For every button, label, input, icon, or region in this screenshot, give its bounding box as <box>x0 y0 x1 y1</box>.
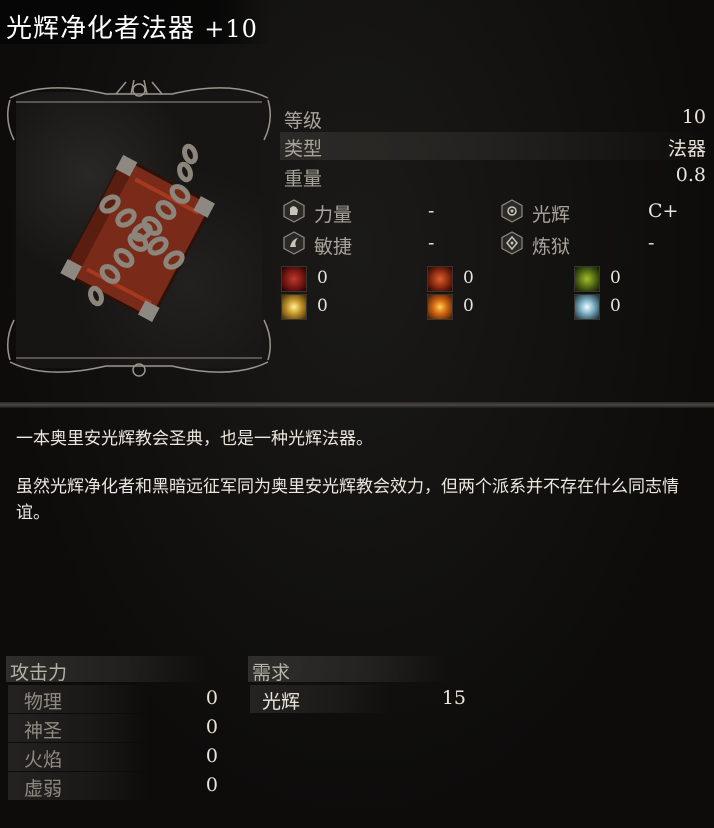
resistance-frost: 0 <box>574 294 634 320</box>
scaling-dexterity: 敏捷 - <box>282 230 462 258</box>
stat-value: 0.8 <box>675 164 706 186</box>
requirement-value: 15 <box>441 687 466 709</box>
resistance-value: 0 <box>610 296 621 316</box>
resistance-value: 0 <box>317 296 328 316</box>
stat-row-type: 类型 法器 <box>280 132 710 160</box>
attack-label: 神圣 <box>24 720 63 742</box>
requirements-section-header: 需求 <box>248 656 448 684</box>
resistance-burn: 0 <box>427 294 487 320</box>
scaling-label: 炼狱 <box>532 236 571 258</box>
resistance-value: 0 <box>463 268 474 288</box>
attack-row-frailty: 虚弱 0 <box>8 772 222 800</box>
stat-label: 等级 <box>284 110 323 132</box>
scaling-value: C+ <box>648 200 679 222</box>
attack-label: 物理 <box>24 691 63 713</box>
chained-book-icon <box>60 143 216 322</box>
scaling-label: 光辉 <box>532 204 571 226</box>
attack-row-fire: 火焰 0 <box>8 743 222 771</box>
stat-value: 法器 <box>667 138 706 160</box>
item-upgrade: +10 <box>204 15 258 43</box>
item-name: 光辉净化者法器 <box>6 14 196 44</box>
attack-row-physical: 物理 0 <box>8 685 222 713</box>
scaling-value: - <box>428 200 435 222</box>
stat-row-weight: 重量 0.8 <box>280 162 710 190</box>
requirement-row-radiance: 光辉 15 <box>250 685 468 713</box>
attack-row-holy: 神圣 0 <box>8 714 222 742</box>
scaling-infernal: 炼狱 - <box>500 230 700 258</box>
resistance-value: 0 <box>463 296 474 316</box>
attack-header-label: 攻击力 <box>10 662 68 684</box>
attack-value: 0 <box>205 687 218 709</box>
scaling-value: - <box>648 232 655 254</box>
frost-icon <box>574 294 600 320</box>
description-paragraph-1: 一本奥里安光辉教会圣典，也是一种光辉法器。 <box>16 429 373 449</box>
requirement-label: 光辉 <box>262 691 301 713</box>
scaling-radiance: 光辉 C+ <box>500 198 700 226</box>
scaling-label: 敏捷 <box>314 236 353 258</box>
title-bar: 光辉净化者法器 +10 <box>0 0 270 44</box>
resistance-fire: 0 <box>427 266 487 292</box>
poison-icon <box>574 266 600 292</box>
stat-label: 类型 <box>284 138 323 160</box>
infernal-icon <box>501 231 523 255</box>
stat-value: 10 <box>681 106 706 128</box>
resistance-value: 0 <box>317 268 328 288</box>
resistance-holy: 0 <box>281 294 341 320</box>
strength-icon <box>283 199 305 223</box>
fire-icon <box>427 266 453 292</box>
scaling-strength: 力量 - <box>282 198 462 226</box>
holy-icon <box>281 294 307 320</box>
radiance-icon <box>501 199 523 223</box>
attack-value: 0 <box>205 774 218 796</box>
attack-label: 火焰 <box>24 749 63 771</box>
scaling-label: 力量 <box>314 204 353 226</box>
burn-icon <box>427 294 453 320</box>
requirements-header-label: 需求 <box>252 662 291 684</box>
resistance-bleed: 0 <box>281 266 341 292</box>
scaling-value: - <box>428 232 435 254</box>
stat-row-level: 等级 10 <box>280 104 710 132</box>
resistance-poison: 0 <box>574 266 634 292</box>
bleed-icon <box>281 266 307 292</box>
item-title: 光辉净化者法器 +10 <box>6 8 258 45</box>
description-paragraph-2: 虽然光辉净化者和黑暗远征军同为奥里安光辉教会效力，但两个派系并不存在什么同志情谊… <box>16 477 679 523</box>
item-image-frame <box>6 80 272 380</box>
section-divider <box>0 402 714 408</box>
attack-value: 0 <box>205 716 218 738</box>
attack-label: 虚弱 <box>24 778 63 800</box>
attack-value: 0 <box>205 745 218 767</box>
attack-section-header: 攻击力 <box>6 656 206 684</box>
stat-label: 重量 <box>284 168 323 190</box>
resistance-value: 0 <box>610 268 621 288</box>
dexterity-icon <box>283 231 305 255</box>
